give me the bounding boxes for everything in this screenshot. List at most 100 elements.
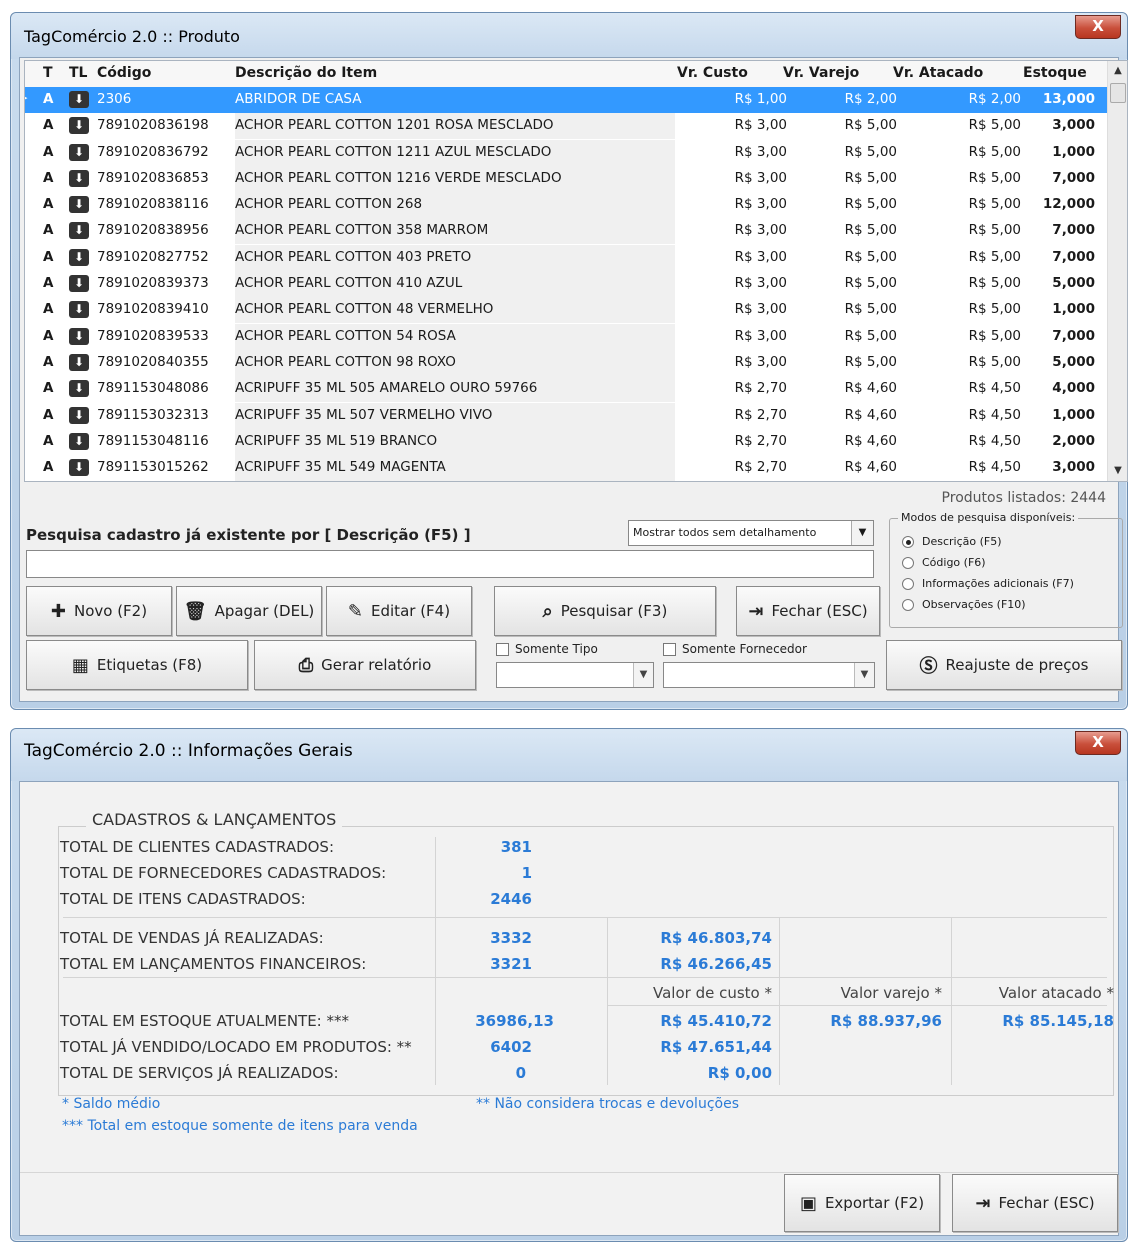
close-button[interactable]: ⇥ Fechar (ESC) bbox=[736, 586, 880, 636]
cell-retail: R$ 5,00 bbox=[844, 275, 897, 292]
only-type-checkbox[interactable]: Somente Tipo bbox=[496, 642, 598, 656]
cell-wholesale: R$ 4,50 bbox=[968, 459, 1021, 476]
chevron-down-icon[interactable]: ▼ bbox=[851, 521, 873, 545]
cell-retail: R$ 5,00 bbox=[844, 169, 897, 186]
col-t[interactable]: T bbox=[43, 65, 53, 81]
cell-type: A bbox=[43, 196, 54, 213]
only-supplier-checkbox[interactable]: Somente Fornecedor bbox=[663, 642, 807, 656]
search-input[interactable] bbox=[26, 550, 874, 578]
cell-retail: R$ 4,60 bbox=[844, 432, 897, 449]
type-combo[interactable]: ▼ bbox=[496, 662, 654, 688]
col-tl[interactable]: TL bbox=[69, 65, 87, 81]
info-close-window-button[interactable]: X bbox=[1075, 731, 1121, 755]
table-row[interactable]: A ⬇ 7891153048086 ACRIPUFF 35 ML 505 AMAREL… bbox=[25, 376, 1109, 403]
product-window: TagComércio 2.0 :: Produto X T TL Código… bbox=[10, 12, 1128, 710]
value-services-qty: 0 bbox=[515, 1064, 526, 1082]
table-row[interactable]: A ⬇ 7891020838116 ACHOR PEARL COTTON 268 R$ … bbox=[25, 192, 1109, 219]
display-mode-select[interactable]: Mostrar todos sem detalhamento ▼ bbox=[628, 520, 874, 546]
cell-description: ACHOR PEARL COTTON 403 PRETO bbox=[235, 244, 675, 271]
cell-wholesale: R$ 5,00 bbox=[968, 353, 1021, 370]
table-row[interactable]: A ⬇ 7891020836198 ACHOR PEARL COTTON 1201 R… bbox=[25, 113, 1109, 140]
table-row[interactable]: A ⬇ 7891020840355 ACHOR PEARL COTTON 98 ROX… bbox=[25, 349, 1109, 376]
cell-retail: R$ 5,00 bbox=[844, 196, 897, 213]
cell-description: ACHOR PEARL COTTON 54 ROSA bbox=[235, 323, 675, 350]
cell-cost: R$ 3,00 bbox=[734, 248, 787, 265]
product-type-icon: ⬇ bbox=[69, 169, 89, 187]
info-close-button[interactable]: ⇥ Fechar (ESC) bbox=[952, 1174, 1118, 1232]
table-row[interactable]: A ⬇ 7891020839410 ACHOR PEARL COTTON 48 VER… bbox=[25, 297, 1109, 324]
cell-description: ACRIPUFF 35 ML 505 AMARELO OURO 59766 bbox=[235, 376, 675, 403]
table-row[interactable]: A ⬇ 7891020839533 ACHOR PEARL COTTON 54 ROS… bbox=[25, 323, 1109, 350]
cell-retail: R$ 5,00 bbox=[844, 222, 897, 239]
cell-stock: 1,000 bbox=[1052, 143, 1095, 160]
pencil-icon: ✎ bbox=[347, 600, 364, 622]
close-button-label: Fechar (ESC) bbox=[771, 602, 868, 620]
mode-notes-radio[interactable]: Observações (F10) bbox=[902, 598, 1026, 611]
mode-label: Código (F6) bbox=[922, 556, 986, 569]
value-sold-total: R$ 47.651,44 bbox=[660, 1038, 772, 1056]
cell-type: A bbox=[43, 169, 54, 186]
delete-button[interactable]: 🗑 Apagar (DEL) bbox=[176, 586, 322, 636]
cell-type: A bbox=[43, 406, 54, 423]
exit-icon: ⇥ bbox=[748, 600, 764, 622]
cell-code: 7891153048086 bbox=[97, 380, 209, 397]
mode-label: Informações adicionais (F7) bbox=[922, 577, 1074, 590]
chevron-down-icon[interactable]: ▼ bbox=[854, 663, 874, 687]
col-stock[interactable]: Estoque bbox=[1023, 65, 1087, 81]
cell-description: ACHOR PEARL COTTON 1201 ROSA MESCLADO bbox=[235, 113, 675, 140]
readjust-prices-button[interactable]: Ⓢ Reajuste de preços bbox=[886, 640, 1122, 690]
table-row[interactable]: ▶ A ⬇ 2306 ABRIDOR DE CASA R$ 1,00 R$ 2,00 R$ 2… bbox=[25, 87, 1109, 114]
table-row[interactable]: A ⬇ 7891020839373 ACHOR PEARL COTTON 410 AZ… bbox=[25, 271, 1109, 298]
checkbox-box[interactable] bbox=[663, 643, 676, 656]
col-code[interactable]: Código bbox=[97, 65, 151, 81]
mode-code-radio[interactable]: Código (F6) bbox=[902, 556, 986, 569]
product-close-window-button[interactable]: X bbox=[1075, 15, 1121, 39]
cell-cost: R$ 3,00 bbox=[734, 169, 787, 186]
checkbox-box[interactable] bbox=[496, 643, 509, 656]
cell-description: ACRIPUFF 35 ML 519 BRANCO bbox=[235, 428, 675, 455]
header-cost-value: Valor de custo * bbox=[653, 984, 772, 1002]
chevron-down-icon[interactable]: ▼ bbox=[633, 663, 653, 687]
table-row[interactable]: A ⬇ 7891020836853 ACHOR PEARL COTTON 1216 V… bbox=[25, 165, 1109, 192]
cell-cost: R$ 2,70 bbox=[734, 459, 787, 476]
cell-code: 7891020839373 bbox=[97, 275, 209, 292]
scroll-thumb[interactable] bbox=[1110, 83, 1126, 103]
product-type-icon: ⬇ bbox=[69, 222, 89, 240]
new-button[interactable]: ✚ Novo (F2) bbox=[26, 586, 172, 636]
grid-rows: ▶ A ⬇ 2306 ABRIDOR DE CASA R$ 1,00 R$ 2,00 R$ 2… bbox=[25, 87, 1109, 481]
table-row[interactable]: A ⬇ 7891020838956 ACHOR PEARL COTTON 358 MA… bbox=[25, 218, 1109, 245]
mode-extra-info-radio[interactable]: Informações adicionais (F7) bbox=[902, 577, 1074, 590]
mode-description-radio[interactable]: Descrição (F5) bbox=[902, 535, 1002, 548]
col-retail[interactable]: Vr. Varejo bbox=[783, 65, 859, 81]
cell-cost: R$ 2,70 bbox=[734, 432, 787, 449]
labels-button[interactable]: ▦ Etiquetas (F8) bbox=[26, 640, 248, 690]
cell-description: ACHOR PEARL COTTON 1216 VERDE MESCLADO bbox=[235, 165, 675, 192]
product-window-title: TagComércio 2.0 :: Produto bbox=[24, 27, 240, 46]
product-type-icon: ⬇ bbox=[69, 432, 89, 450]
value-clients: 381 bbox=[500, 838, 532, 856]
table-row[interactable]: A ⬇ 7891020827752 ACHOR PEARL COTTON 403 PR… bbox=[25, 244, 1109, 271]
label-sold: TOTAL JÁ VENDIDO/LOCADO EM PRODUTOS: ** bbox=[60, 1038, 412, 1056]
product-type-icon: ⬇ bbox=[69, 406, 89, 424]
printer-icon: ⎙ bbox=[298, 654, 314, 676]
supplier-combo[interactable]: ▼ bbox=[663, 662, 875, 688]
product-grid[interactable]: T TL Código Descrição do Item Vr. Custo … bbox=[24, 60, 1128, 482]
col-cost[interactable]: Vr. Custo bbox=[677, 65, 748, 81]
report-button[interactable]: ⎙ Gerar relatório bbox=[254, 640, 476, 690]
col-wholesale[interactable]: Vr. Atacado bbox=[893, 65, 983, 81]
cell-wholesale: R$ 5,00 bbox=[968, 169, 1021, 186]
table-row[interactable]: A ⬇ 7891153032313 ACRIPUFF 35 ML 507 VERMEL… bbox=[25, 402, 1109, 429]
col-desc[interactable]: Descrição do Item bbox=[235, 65, 377, 81]
search-button[interactable]: ⌕ Pesquisar (F3) bbox=[494, 586, 716, 636]
cell-wholesale: R$ 5,00 bbox=[968, 222, 1021, 239]
edit-button[interactable]: ✎ Editar (F4) bbox=[326, 586, 472, 636]
cell-wholesale: R$ 4,50 bbox=[968, 406, 1021, 423]
group-label: CADASTROS & LANÇAMENTOS bbox=[86, 810, 343, 829]
table-row[interactable]: A ⬇ 7891020836792 ACHOR PEARL COTTON 1211 A… bbox=[25, 139, 1109, 166]
table-row[interactable]: A ⬇ 7891153015262 ACRIPUFF 35 ML 549 MAGENT… bbox=[25, 455, 1109, 481]
scroll-down-icon[interactable]: ▼ bbox=[1108, 461, 1127, 481]
grid-scrollbar[interactable]: ▲ ▼ bbox=[1107, 61, 1127, 481]
table-row[interactable]: A ⬇ 7891153048116 ACRIPUFF 35 ML 519 BRANCO… bbox=[25, 428, 1109, 455]
export-button[interactable]: ▣ Exportar (F2) bbox=[784, 1174, 940, 1232]
scroll-up-icon[interactable]: ▲ bbox=[1108, 61, 1127, 81]
